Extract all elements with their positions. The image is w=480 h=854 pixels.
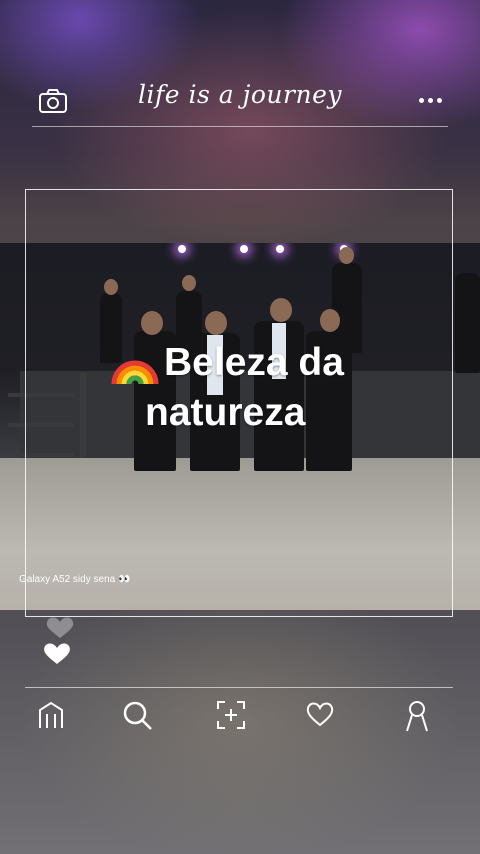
profile-icon[interactable] — [402, 700, 432, 732]
caption-line-1: Beleza da — [164, 341, 344, 384]
caption-line-2: natureza — [145, 391, 306, 434]
heart-icon[interactable] — [40, 612, 80, 668]
add-post-icon[interactable] — [216, 700, 246, 730]
search-icon[interactable] — [122, 700, 154, 732]
bottom-nav — [25, 687, 453, 738]
post-caption: Beleza da natureza — [110, 338, 410, 438]
home-icon[interactable] — [36, 700, 66, 730]
favorites-heart-icon[interactable] — [305, 700, 335, 728]
more-dots-icon[interactable] — [419, 98, 442, 103]
top-bar: life is a journey — [32, 80, 448, 127]
rainbow-icon — [111, 360, 159, 385]
app-title: life is a journey — [138, 80, 342, 109]
watermark-text: Galaxy A52 sidy sena 👀 — [19, 574, 131, 585]
